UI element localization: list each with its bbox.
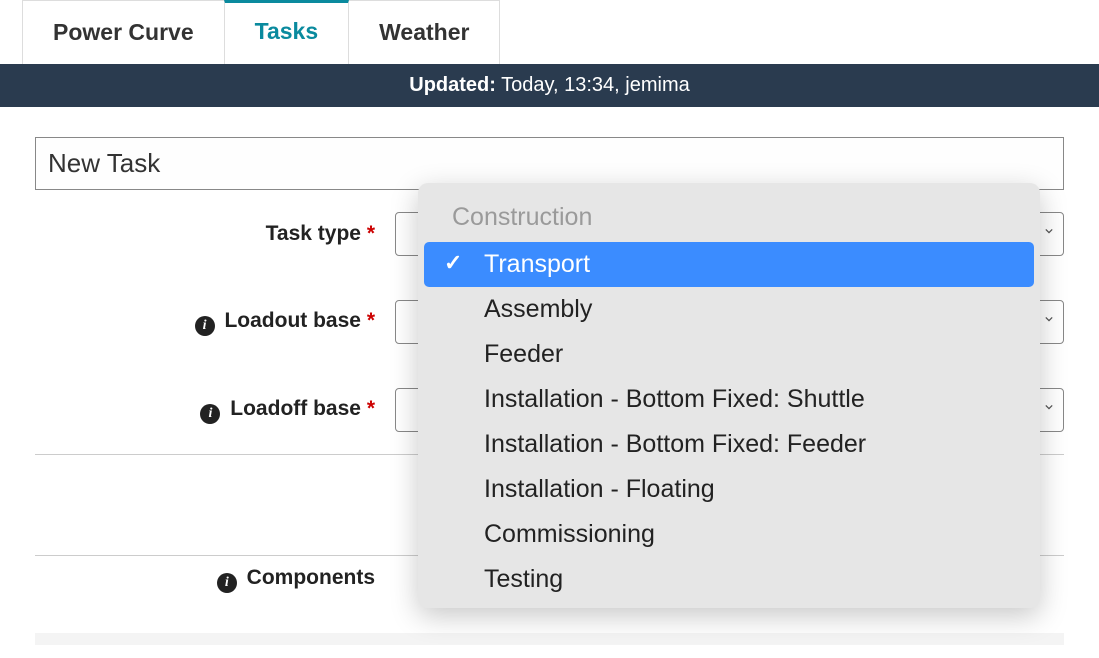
- label-task-type-text: Task type: [266, 222, 361, 245]
- chevron-down-icon: [1045, 227, 1053, 235]
- dropdown-option-label: Testing: [484, 565, 563, 593]
- update-label: Updated:: [409, 74, 496, 96]
- dropdown-option[interactable]: Feeder: [424, 332, 1034, 377]
- label-loadout-base-text: Loadout base: [224, 309, 361, 332]
- dropdown-option-label: Commissioning: [484, 520, 655, 548]
- tab-weather[interactable]: Weather: [348, 0, 500, 64]
- required-marker: *: [367, 309, 375, 332]
- dropdown-option-label: Transport: [484, 250, 590, 278]
- update-bar: Updated: Today, 13:34, jemima: [0, 64, 1099, 107]
- label-task-type: Task type *: [35, 222, 395, 246]
- label-loadout-base: i Loadout base *: [35, 309, 395, 336]
- tab-tasks[interactable]: Tasks: [224, 0, 350, 64]
- tab-bar: Power Curve Tasks Weather: [0, 0, 1099, 64]
- dropdown-option[interactable]: Installation - Bottom Fixed: Feeder: [424, 422, 1034, 467]
- strip: [35, 633, 1064, 645]
- tab-power-curve[interactable]: Power Curve: [22, 0, 225, 64]
- info-icon[interactable]: i: [200, 404, 220, 424]
- dropdown-option[interactable]: Installation - Floating: [424, 467, 1034, 512]
- update-value: Today, 13:34, jemima: [496, 74, 690, 96]
- dropdown-option-label: Feeder: [484, 340, 563, 368]
- dropdown-option[interactable]: Testing: [424, 557, 1034, 602]
- dropdown-option-label: Assembly: [484, 295, 592, 323]
- dropdown-option[interactable]: ✓ Transport: [424, 242, 1034, 287]
- task-type-dropdown-popup: Construction ✓ Transport Assembly Feeder Ins…: [418, 183, 1040, 608]
- label-loadoff-base-text: Loadoff base: [230, 397, 361, 420]
- info-icon[interactable]: i: [195, 316, 215, 336]
- dropdown-option[interactable]: Assembly: [424, 287, 1034, 332]
- required-marker: *: [367, 397, 375, 420]
- required-marker: *: [367, 222, 375, 245]
- chevron-down-icon: [1045, 403, 1053, 411]
- check-icon: ✓: [444, 250, 462, 276]
- dropdown-option-label: Installation - Floating: [484, 475, 715, 503]
- label-loadoff-base: i Loadoff base *: [35, 397, 395, 424]
- dropdown-option[interactable]: Commissioning: [424, 512, 1034, 557]
- dropdown-option-label: Installation - Bottom Fixed: Feeder: [484, 430, 866, 458]
- chevron-down-icon: [1045, 315, 1053, 323]
- label-components-text: Components: [247, 566, 375, 589]
- info-icon[interactable]: i: [217, 573, 237, 593]
- label-components: i Components: [35, 566, 395, 593]
- dropdown-option-label: Installation - Bottom Fixed: Shuttle: [484, 385, 865, 413]
- dropdown-option[interactable]: Installation - Bottom Fixed: Shuttle: [424, 377, 1034, 422]
- dropdown-group-label: Construction: [424, 189, 1034, 242]
